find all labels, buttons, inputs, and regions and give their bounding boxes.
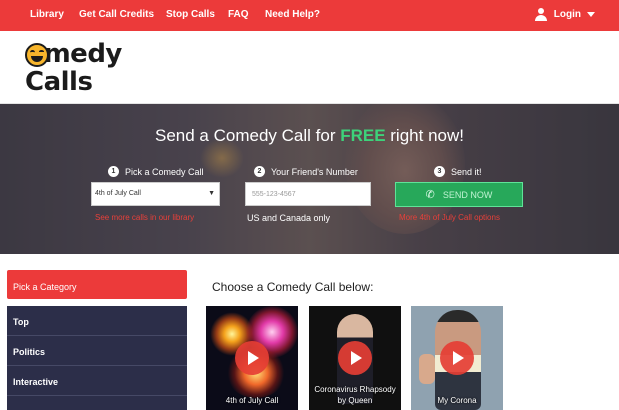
logo-text-line2: Calls xyxy=(25,67,93,97)
category-item-more[interactable] xyxy=(7,396,187,410)
laughing-face-icon xyxy=(25,43,49,67)
card-thumbnail-hand xyxy=(419,354,435,384)
site-header: Cmedy Calls xyxy=(0,31,619,104)
category-sidebar: Pick a Category Top Politics Interactive xyxy=(7,270,187,410)
category-item-interactive[interactable]: Interactive xyxy=(7,366,187,396)
step-2: 2 Your Friend's Number xyxy=(254,166,358,177)
phone-icon: ✆ xyxy=(425,189,435,201)
step-label: Your Friend's Number xyxy=(271,166,358,177)
selected-call-value: 4th of July Call xyxy=(95,190,141,197)
login-button[interactable]: Login xyxy=(534,8,595,21)
play-icon[interactable] xyxy=(338,341,372,375)
send-now-button[interactable]: ✆ SEND NOW xyxy=(395,182,523,207)
play-icon[interactable] xyxy=(235,341,269,375)
hero-banner: Send a Comedy Call for FREE right now! 1… xyxy=(0,104,619,254)
call-card-4th-of-july[interactable]: 4th of July Call xyxy=(206,306,298,410)
choose-call-title: Choose a Comedy Call below: xyxy=(212,280,374,294)
more-options-link[interactable]: More 4th of July Call options xyxy=(399,213,500,222)
step-number: 1 xyxy=(108,166,119,177)
comedy-calls-logo[interactable]: Cmedy Calls xyxy=(25,40,145,98)
pick-category-header[interactable]: Pick a Category xyxy=(7,270,187,299)
chevron-down-icon xyxy=(587,12,595,17)
card-caption: 4th of July Call xyxy=(225,396,279,405)
user-icon xyxy=(534,8,548,21)
region-note: US and Canada only xyxy=(247,213,331,223)
category-item-politics[interactable]: Politics xyxy=(7,336,187,366)
card-caption: My Corona xyxy=(437,396,477,405)
step-1: 1 Pick a Comedy Call xyxy=(108,166,204,177)
step-number: 2 xyxy=(254,166,265,177)
comedy-call-select[interactable]: 4th of July Call ▼ xyxy=(91,182,220,206)
step-3: 3 Send it! xyxy=(434,166,482,177)
call-card-my-corona[interactable]: My Corona xyxy=(411,306,503,410)
nav-link-stop-calls[interactable]: Stop Calls xyxy=(166,9,215,20)
nav-link-library[interactable]: Library xyxy=(30,9,64,20)
dropdown-arrow-icon: ▼ xyxy=(208,190,215,197)
top-nav: Library Get Call Credits Stop Calls FAQ … xyxy=(0,0,619,31)
call-card-coronavirus-rhapsody[interactable]: Coronavirus Rhapsody by Queen xyxy=(309,306,401,410)
friend-phone-input[interactable] xyxy=(245,182,371,206)
category-item-top[interactable]: Top xyxy=(7,306,187,336)
send-now-label: SEND NOW xyxy=(442,189,493,200)
see-more-calls-link[interactable]: See more calls in our library xyxy=(95,213,194,222)
step-label: Send it! xyxy=(451,166,482,177)
nav-link-need-help[interactable]: Need Help? xyxy=(265,9,320,20)
step-number: 3 xyxy=(434,166,445,177)
nav-link-get-call-credits[interactable]: Get Call Credits xyxy=(79,9,154,20)
hero-title: Send a Comedy Call for FREE right now! xyxy=(155,126,464,145)
card-caption: Coronavirus Rhapsody by Queen xyxy=(314,385,396,405)
nav-link-faq[interactable]: FAQ xyxy=(228,9,249,20)
play-icon[interactable] xyxy=(440,341,474,375)
category-list: Top Politics Interactive xyxy=(7,306,187,410)
login-label: Login xyxy=(553,9,581,20)
step-label: Pick a Comedy Call xyxy=(125,166,204,177)
